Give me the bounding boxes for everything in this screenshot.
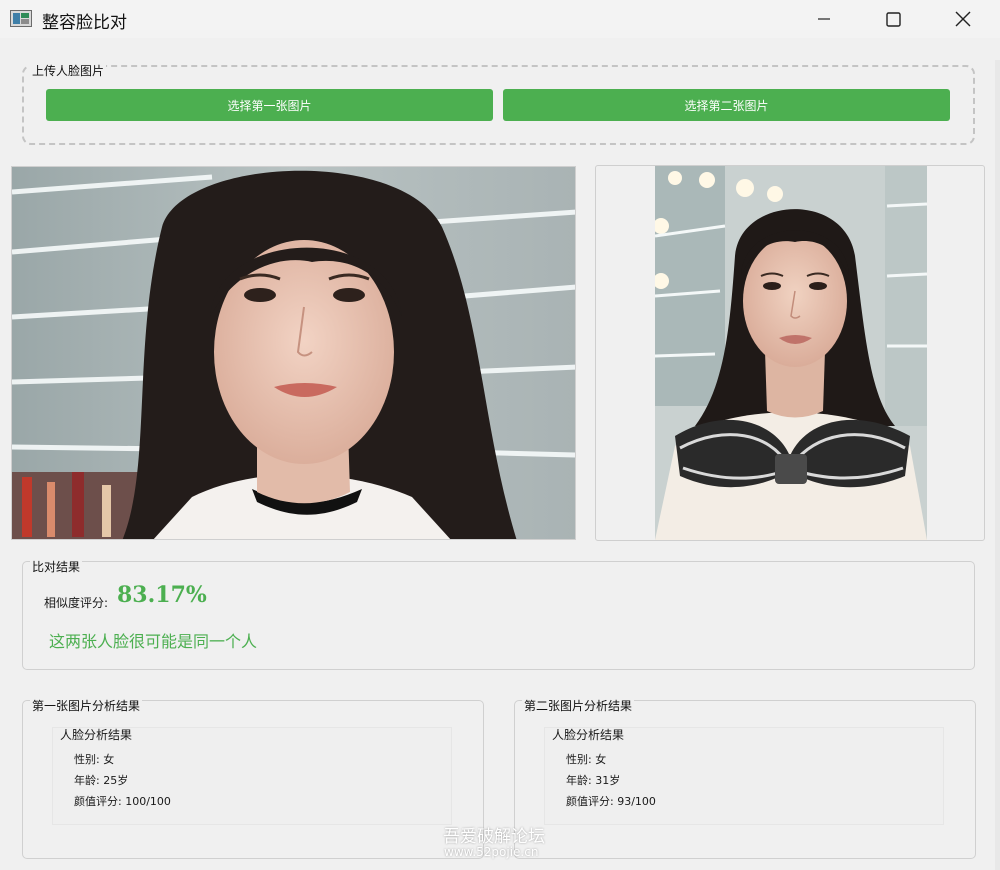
first-gender: 性别: 女 [74,753,115,766]
second-gender: 性别: 女 [566,753,607,766]
second-face-photo [655,166,927,540]
result-group [22,561,975,670]
first-age: 年龄: 25岁 [74,774,129,787]
upload-group-title: 上传人脸图片 [30,62,107,79]
close-button[interactable] [929,0,997,38]
title-bar: 整容脸比对 [0,0,1000,38]
watermark-title: 吾爱破解论坛 [443,827,545,847]
window-title: 整容脸比对 [42,13,127,33]
first-face-analysis-title: 人脸分析结果 [60,728,133,742]
window-edge [995,60,1000,870]
app-window-icon [10,10,32,27]
similarity-label: 相似度评分: [44,596,109,610]
similarity-value: 83.17% [117,582,207,608]
select-second-image-button[interactable]: 选择第二张图片 [503,89,950,121]
second-face-analysis-title: 人脸分析结果 [552,728,625,742]
second-face-image-frame [595,165,985,541]
second-beauty-score: 颜值评分: 93/100 [566,795,656,808]
first-beauty-score: 颜值评分: 100/100 [74,795,171,808]
first-face-image [11,166,576,540]
minimize-button[interactable] [790,0,858,38]
second-face-image [655,166,927,540]
second-analysis-title: 第二张图片分析结果 [522,697,635,714]
result-group-title: 比对结果 [30,558,83,575]
watermark-url: www.52pojie.cn [444,845,539,859]
verdict-text: 这两张人脸很可能是同一个人 [49,632,258,651]
maximize-icon [885,11,901,27]
second-age: 年龄: 31岁 [566,774,621,787]
select-first-image-button[interactable]: 选择第一张图片 [46,89,493,121]
first-analysis-title: 第一张图片分析结果 [30,697,143,714]
minimize-icon [818,18,830,20]
first-face-photo [12,167,575,539]
close-icon [955,11,971,27]
maximize-button[interactable] [859,0,927,38]
